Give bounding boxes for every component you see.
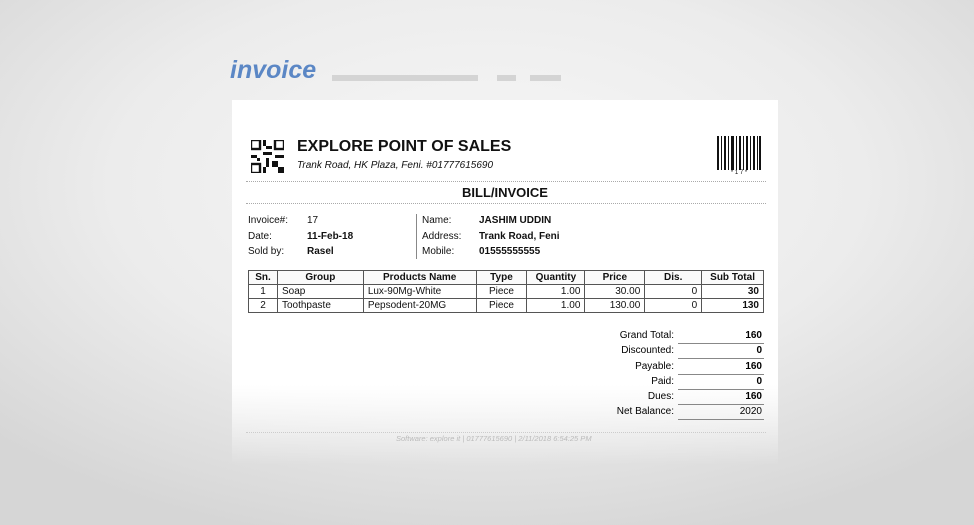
date-label: Date:	[248, 231, 272, 242]
placeholder-bar	[332, 75, 478, 81]
name-value: JASHIM UDDIN	[479, 215, 552, 226]
page-title: invoice	[230, 56, 317, 84]
invoice-paper: EXPLORE POINT OF SALES Trank Road, HK Pl…	[232, 100, 778, 465]
cell-type: Piece	[475, 298, 528, 313]
table-row: 1 Soap Lux-90Mg-White Piece 1.00 30.00 0…	[248, 284, 764, 299]
divider	[246, 203, 766, 204]
table-row: 2 Toothpaste Pepsodent-20MG Piece 1.00 1…	[248, 298, 764, 313]
address-value: Trank Road, Feni	[479, 231, 560, 242]
company-name: EXPLORE POINT OF SALES	[297, 138, 512, 155]
cell-product: Pepsodent-20MG	[362, 298, 477, 313]
items-table: Sn. Group Products Name Type Quantity Pr…	[248, 270, 764, 313]
summary-value: 0	[678, 345, 764, 359]
col-quantity: Quantity	[526, 270, 586, 285]
name-label: Name:	[422, 215, 452, 226]
summary-label: Grand Total:	[619, 330, 674, 341]
cell-quantity: 1.00	[526, 298, 586, 313]
cell-type: Piece	[475, 284, 528, 299]
footer-text: Software: explore it | 01777615690 | 2/1…	[396, 434, 592, 443]
placeholder-bar	[530, 75, 561, 81]
date-value: 11-Feb-18	[307, 231, 354, 242]
barcode-text: * 1 7 *	[730, 170, 748, 176]
summary-label: Net Balance:	[616, 406, 674, 417]
divider	[246, 432, 766, 433]
col-subtotal: Sub Total	[701, 270, 764, 285]
summary-label: Discounted:	[621, 345, 674, 356]
cell-sn: 2	[248, 298, 278, 313]
divider	[416, 214, 417, 259]
summary-paid: Paid: 0	[560, 376, 764, 391]
barcode-icon	[717, 136, 761, 170]
summary-value: 160	[678, 391, 764, 405]
cell-subtotal: 130	[701, 298, 764, 313]
cell-product: Lux-90Mg-White	[362, 284, 477, 299]
divider	[246, 181, 766, 182]
summary-payable: Payable: 160	[560, 361, 764, 376]
cell-price: 130.00	[584, 298, 646, 313]
col-group: Group	[276, 270, 364, 285]
soldby-label: Sold by:	[248, 246, 285, 257]
qr-code-icon	[251, 140, 284, 173]
placeholder-bar	[497, 75, 516, 81]
company-address: Trank Road, HK Plaza, Feni. #01777615690	[297, 160, 494, 171]
summary-dues: Dues: 160	[560, 391, 764, 406]
invoice-label: Invoice#:	[248, 215, 289, 226]
mobile-value: 01555555555	[479, 246, 541, 257]
cell-group: Toothpaste	[276, 298, 364, 313]
col-discount: Dis.	[644, 270, 703, 285]
table-header-row: Sn. Group Products Name Type Quantity Pr…	[248, 270, 764, 285]
summary-value: 160	[678, 330, 764, 344]
col-sn: Sn.	[248, 270, 278, 285]
col-product: Products Name	[362, 270, 477, 285]
col-type: Type	[475, 270, 528, 285]
document-title: BILL/INVOICE	[462, 185, 548, 200]
summary-discounted: Discounted: 0	[560, 345, 764, 360]
summary-label: Payable:	[635, 361, 674, 372]
cell-quantity: 1.00	[526, 284, 586, 299]
summary-grand-total: Grand Total: 160	[560, 330, 764, 345]
summary-label: Dues:	[647, 391, 674, 402]
summary-net-balance: Net Balance: 2020	[560, 406, 764, 421]
summary-value: 2020	[678, 406, 764, 420]
soldby-value: Rasel	[307, 246, 334, 257]
summary-label: Paid:	[651, 376, 674, 387]
summary-value: 0	[678, 376, 764, 390]
cell-subtotal: 30	[701, 284, 764, 299]
summary-value: 160	[678, 361, 764, 375]
cell-discount: 0	[644, 298, 703, 313]
cell-discount: 0	[644, 284, 703, 299]
cell-sn: 1	[248, 284, 278, 299]
cell-group: Soap	[276, 284, 364, 299]
invoice-value: 17	[307, 215, 319, 226]
cell-price: 30.00	[584, 284, 646, 299]
mobile-label: Mobile:	[422, 246, 455, 257]
col-price: Price	[584, 270, 646, 285]
address-label: Address:	[422, 231, 462, 242]
